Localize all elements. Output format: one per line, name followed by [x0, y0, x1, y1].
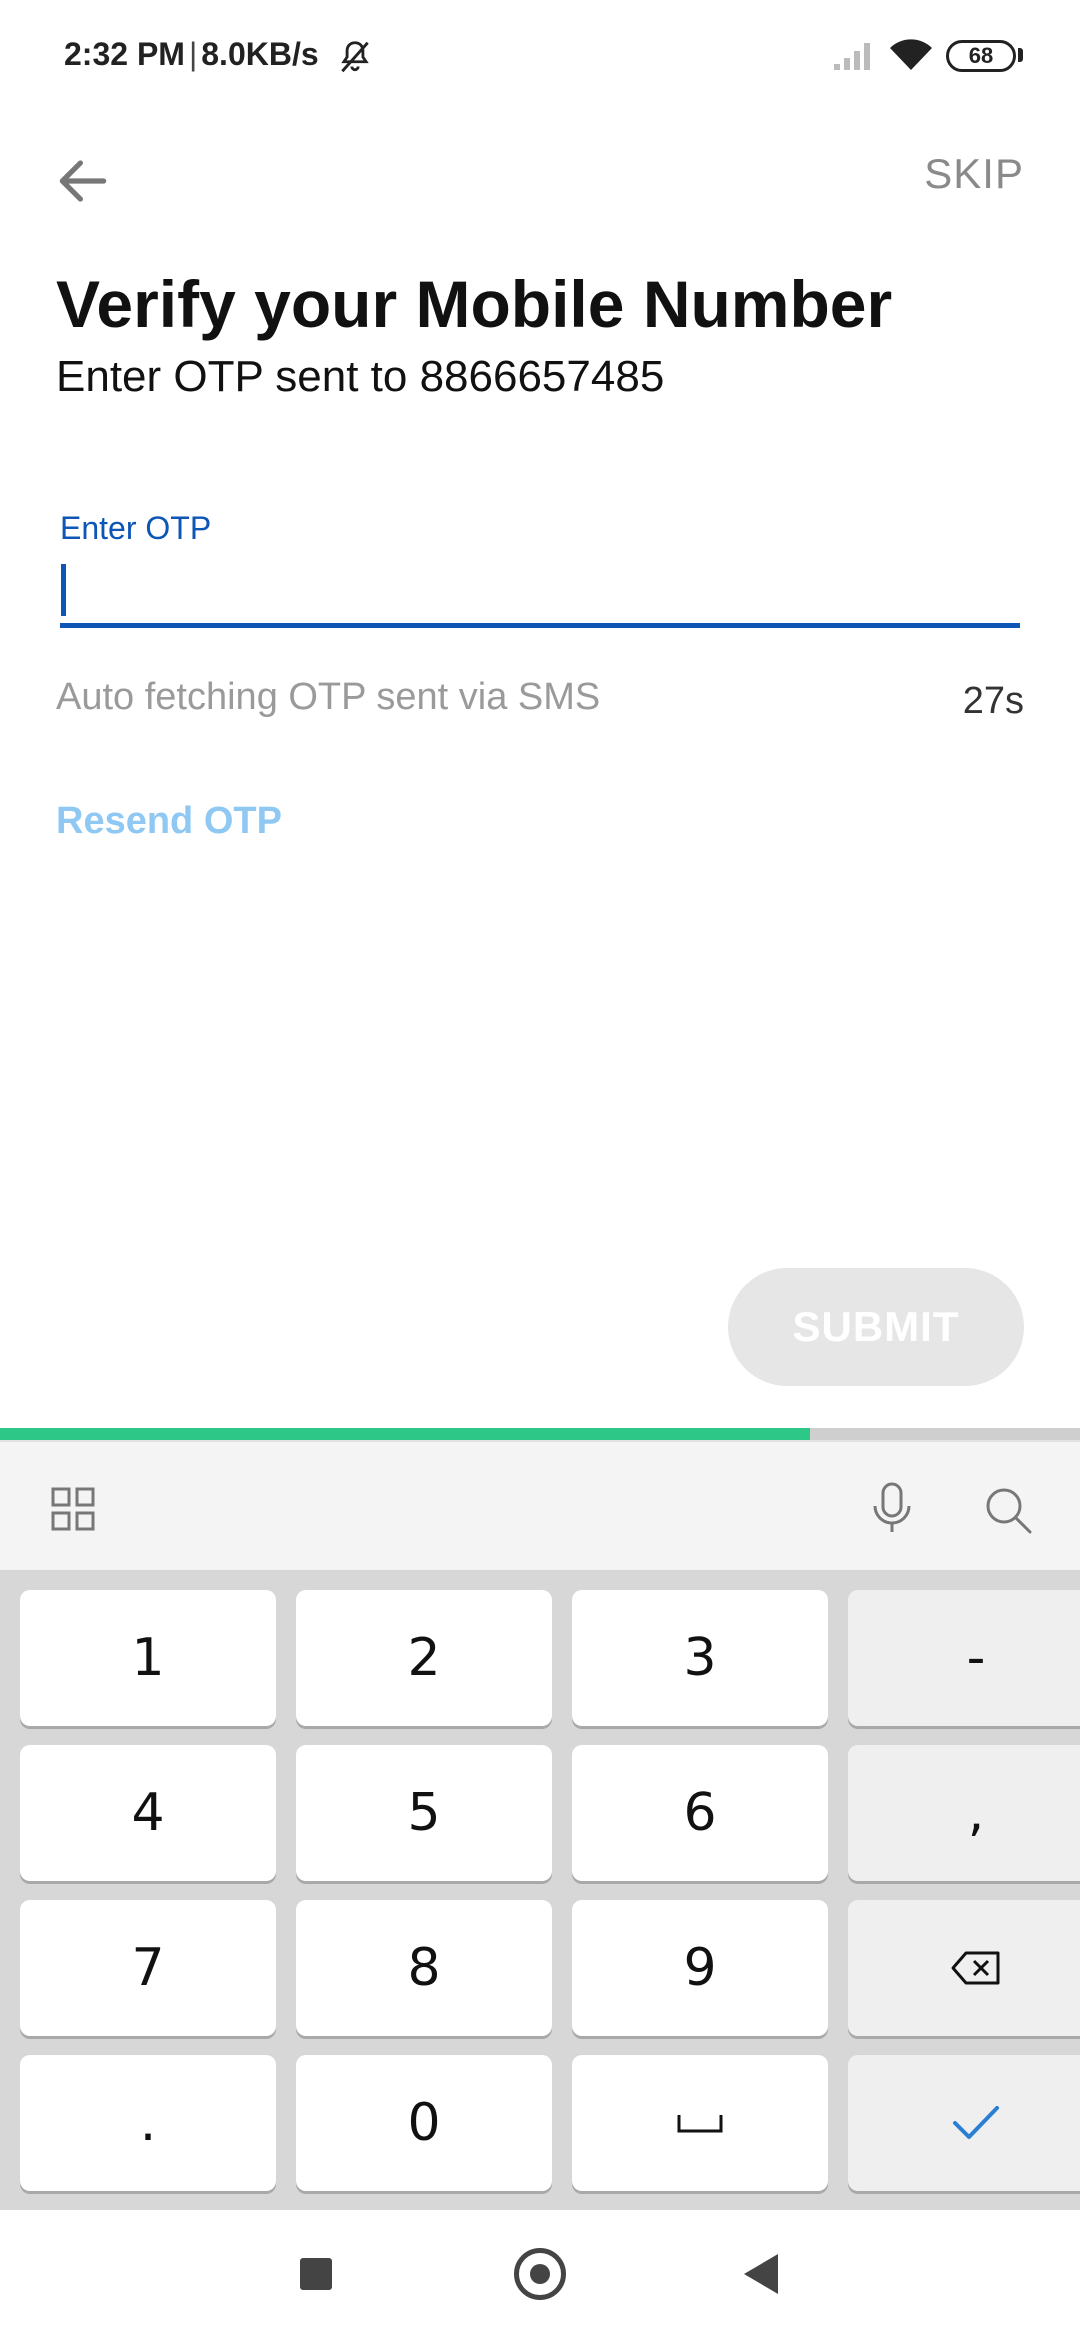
- key-label: 4: [131, 1783, 165, 1843]
- mic-icon[interactable]: [868, 1482, 916, 1534]
- signal-icon: [834, 43, 870, 70]
- space-icon: [676, 2111, 724, 2135]
- key-label: ,: [967, 1783, 985, 1843]
- page-title: Verify your Mobile Number: [56, 267, 893, 341]
- battery-level: 68: [968, 43, 994, 68]
- auto-fetch-status: Auto fetching OTP sent via SMS: [56, 676, 601, 718]
- key-done[interactable]: [848, 2055, 1080, 2191]
- system-nav-bar: [0, 2210, 1080, 2340]
- status-time-row: 2:32 PM | 8.0KB/s: [64, 36, 319, 73]
- key-label: .: [139, 2093, 157, 2153]
- countdown-timer: 27s: [962, 680, 1024, 722]
- numeric-keypad: 1 2 3 - 4 5 6, 7 8 9. 0: [0, 1570, 1080, 2210]
- key-label: 0: [407, 2093, 441, 2153]
- battery-icon: 68: [946, 40, 1016, 72]
- key-7[interactable]: 7: [20, 1900, 276, 2036]
- key-backspace[interactable]: [848, 1900, 1080, 2036]
- otp-input[interactable]: [60, 558, 1020, 628]
- key-1[interactable]: 1: [20, 1590, 276, 1726]
- key-0[interactable]: 0: [296, 2055, 552, 2191]
- key-6[interactable]: 6: [572, 1745, 828, 1881]
- key-4[interactable]: 4: [20, 1745, 276, 1881]
- status-time: 2:32 PM: [64, 36, 185, 72]
- battery-tip: [1018, 48, 1023, 62]
- key-label: 9: [683, 1938, 717, 1998]
- key-label: 8: [407, 1938, 441, 1998]
- home-icon-dot: [530, 2264, 550, 2284]
- skip-button[interactable]: SKIP: [924, 150, 1024, 198]
- search-icon[interactable]: [982, 1484, 1034, 1536]
- key-label: 6: [683, 1783, 717, 1843]
- backspace-icon: [950, 1950, 1002, 1986]
- key-8[interactable]: 8: [296, 1900, 552, 2036]
- recents-icon[interactable]: [300, 2258, 332, 2290]
- key-9[interactable]: 9: [572, 1900, 828, 2036]
- key-label: 2: [407, 1628, 441, 1688]
- wifi-icon: [890, 39, 932, 70]
- key-label: -: [966, 1628, 986, 1688]
- key-period[interactable]: .: [20, 2055, 276, 2191]
- grid-icon[interactable]: [50, 1486, 96, 1532]
- text-cursor: [61, 564, 66, 616]
- key-2[interactable]: 2: [296, 1590, 552, 1726]
- back-icon[interactable]: [744, 2254, 778, 2294]
- otp-field-label: Enter OTP: [60, 510, 212, 546]
- resend-otp-link[interactable]: Resend OTP: [56, 800, 282, 843]
- bell-muted-icon: [341, 41, 369, 73]
- key-label: 7: [131, 1938, 165, 1998]
- checkmark-icon: [951, 2103, 1001, 2143]
- key-label: 3: [683, 1628, 717, 1688]
- key-label: 1: [131, 1628, 165, 1688]
- key-5[interactable]: 5: [296, 1745, 552, 1881]
- submit-button[interactable]: SUBMIT: [728, 1268, 1024, 1386]
- progress-fill: [0, 1428, 810, 1440]
- key-minus[interactable]: -: [848, 1590, 1080, 1726]
- status-separator: |: [188, 36, 198, 72]
- progress-bar: [0, 1428, 1080, 1440]
- key-label: 5: [407, 1783, 441, 1843]
- status-bar: 2:32 PM | 8.0KB/s 68: [0, 0, 1080, 118]
- key-comma[interactable]: ,: [848, 1745, 1080, 1881]
- network-speed: 8.0KB/s: [201, 36, 319, 72]
- keyboard-toolbar: [0, 1440, 1080, 1570]
- key-space[interactable]: [572, 2055, 828, 2191]
- key-3[interactable]: 3: [572, 1590, 828, 1726]
- home-icon[interactable]: [514, 2248, 566, 2300]
- otp-sent-subtitle: Enter OTP sent to 8866657485: [56, 352, 665, 401]
- arrow-left-icon[interactable]: [52, 150, 114, 212]
